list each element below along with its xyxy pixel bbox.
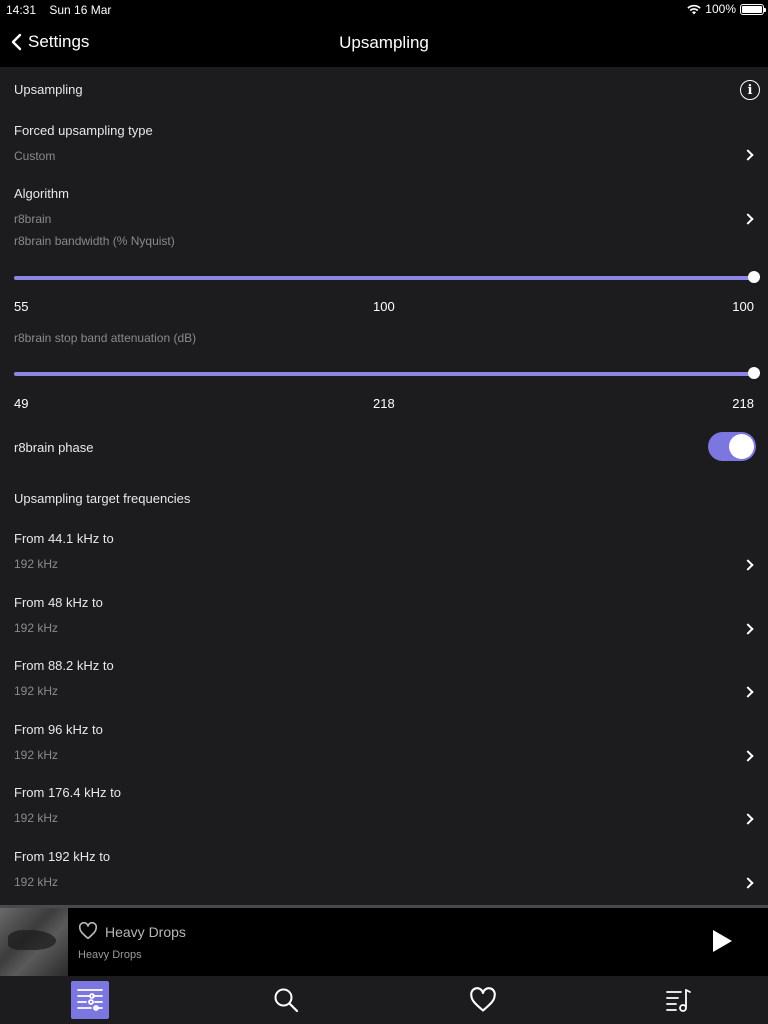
chevron-right-icon — [742, 813, 754, 825]
status-date: Sun 16 Mar — [49, 3, 112, 17]
tab-settings[interactable] — [71, 981, 109, 1019]
wifi-icon — [687, 4, 701, 14]
target-row-88-2[interactable]: From 88.2 kHz to 192 kHz — [0, 652, 768, 712]
target-label: From 176.4 kHz to — [14, 785, 121, 800]
battery-icon — [740, 3, 766, 15]
target-label: From 192 kHz to — [14, 849, 111, 864]
target-row-96[interactable]: From 96 kHz to 192 kHz — [0, 716, 768, 776]
bandwidth-slider-thumb[interactable] — [748, 271, 760, 283]
target-value: 192 kHz — [14, 684, 59, 698]
bandwidth-current: 100 — [373, 299, 395, 314]
target-row-192[interactable]: From 192 kHz to 192 kHz — [0, 843, 768, 903]
track-artist: Heavy Drops — [78, 949, 142, 961]
target-label: From 88.2 kHz to — [14, 658, 114, 673]
info-icon[interactable]: i — [740, 80, 760, 100]
bandwidth-max: 100 — [732, 299, 754, 314]
attenuation-max: 218 — [732, 396, 754, 411]
chevron-right-icon — [742, 149, 754, 161]
heart-icon[interactable] — [78, 922, 98, 940]
forced-upsampling-type-row[interactable]: Forced upsampling type Custom — [0, 117, 768, 169]
target-value: 192 kHz — [14, 557, 59, 571]
target-row-176-4[interactable]: From 176.4 kHz to 192 kHz — [0, 779, 768, 839]
heart-icon — [470, 987, 496, 1012]
playlist-music-icon — [666, 989, 691, 1012]
tab-bar — [0, 976, 768, 1024]
algorithm-row[interactable]: Algorithm r8brain — [0, 181, 768, 233]
play-button[interactable] — [713, 930, 732, 952]
battery-percent: 100% — [705, 2, 736, 16]
section-title: Upsampling — [14, 82, 83, 97]
attenuation-current: 218 — [373, 396, 395, 411]
target-label: From 96 kHz to — [14, 722, 103, 737]
targets-header: Upsampling target frequencies — [14, 491, 191, 506]
target-value: 192 kHz — [14, 621, 59, 635]
forced-type-value: Custom — [14, 149, 56, 163]
attenuation-label: r8brain stop band attenuation (dB) — [14, 331, 197, 345]
algorithm-label: Algorithm — [14, 186, 69, 201]
settings-sliders-icon — [77, 989, 103, 1011]
status-time: 14:31 — [6, 3, 37, 17]
attenuation-min: 49 — [14, 396, 29, 411]
target-row-48[interactable]: From 48 kHz to 192 kHz — [0, 589, 768, 649]
chevron-right-icon — [742, 623, 754, 635]
chevron-right-icon — [742, 213, 754, 225]
tab-search[interactable] — [267, 981, 305, 1019]
chevron-right-icon — [742, 559, 754, 571]
bandwidth-slider-fill — [14, 276, 754, 280]
target-row-44-1[interactable]: From 44.1 kHz to 192 kHz — [0, 525, 768, 585]
attenuation-slider-thumb[interactable] — [748, 367, 760, 379]
album-art[interactable] — [0, 908, 68, 976]
forced-type-label: Forced upsampling type — [14, 123, 153, 138]
track-title: Heavy Drops — [105, 924, 186, 940]
chevron-right-icon — [742, 750, 754, 762]
target-label: From 44.1 kHz to — [14, 531, 114, 546]
bandwidth-min: 55 — [14, 299, 29, 314]
bandwidth-slider[interactable] — [14, 271, 760, 285]
status-bar: 14:31 Sun 16 Mar 100% — [0, 0, 768, 20]
chevron-right-icon — [742, 877, 754, 889]
attenuation-slider-fill — [14, 372, 754, 376]
tab-favorites[interactable] — [464, 981, 502, 1019]
bandwidth-label: r8brain bandwidth (% Nyquist) — [14, 234, 175, 248]
chevron-right-icon — [742, 686, 754, 698]
settings-content: Upsampling i Forced upsampling type Cust… — [0, 67, 768, 905]
attenuation-slider[interactable] — [14, 367, 760, 381]
algorithm-value: r8brain — [14, 212, 52, 226]
search-icon — [274, 988, 299, 1013]
target-value: 192 kHz — [14, 748, 59, 762]
phase-label: r8brain phase — [14, 440, 94, 455]
target-value: 192 kHz — [14, 811, 59, 825]
target-label: From 48 kHz to — [14, 595, 103, 610]
phase-toggle[interactable] — [708, 432, 756, 461]
navigation-bar: Settings Upsampling — [0, 20, 768, 67]
mini-player[interactable]: Heavy Drops Heavy Drops — [0, 908, 768, 976]
target-value: 192 kHz — [14, 875, 59, 889]
tab-playlist[interactable] — [659, 981, 697, 1019]
page-title: Upsampling — [339, 33, 429, 52]
